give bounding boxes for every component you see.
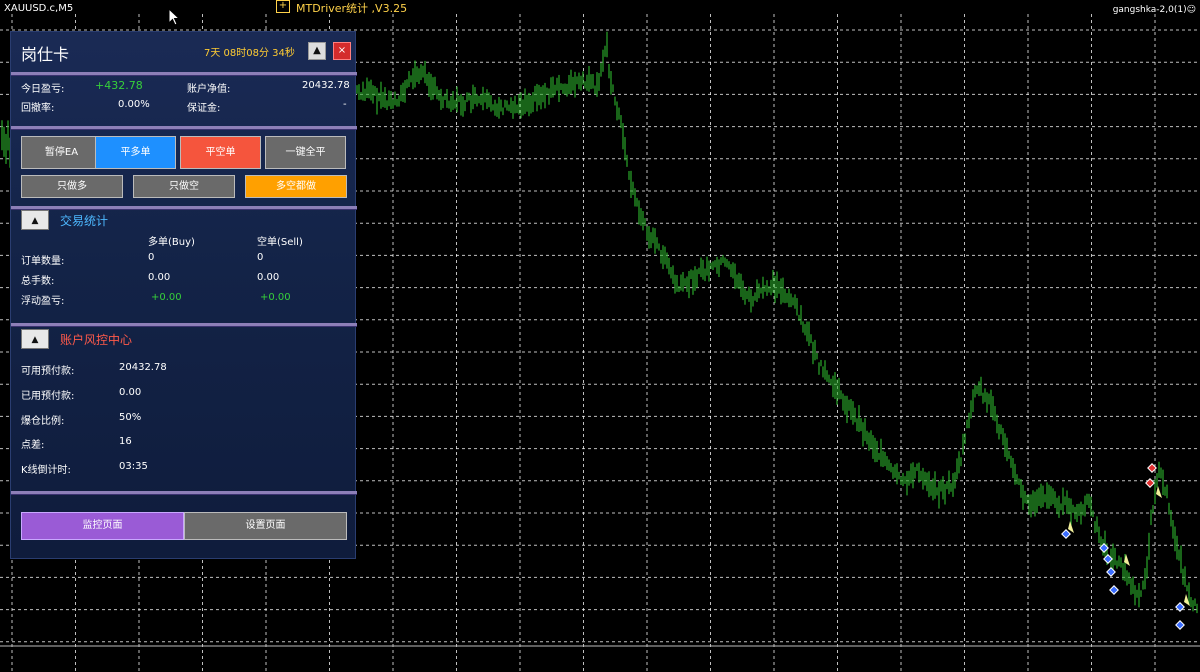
- today-pl-label: 今日盈亏:: [21, 84, 65, 95]
- buy-column-header: 多单(Buy): [148, 237, 195, 248]
- divider: [11, 126, 357, 130]
- signal-flag-marker: [1156, 486, 1162, 498]
- risk-row-value: 03:35: [119, 461, 148, 472]
- divider: [11, 72, 357, 76]
- buy-signal-marker: [1109, 585, 1119, 595]
- close-sell-button[interactable]: 平空单: [180, 136, 261, 169]
- tab-settings[interactable]: 设置页面: [184, 512, 347, 540]
- trade-row-buy: +0.00: [151, 292, 182, 303]
- ea-control-panel: 岗仕卡 7天 08时08分 34秒 ▲ × 今日盈亏: +432.78 账户净值…: [10, 31, 357, 559]
- tab-monitor[interactable]: 监控页面: [21, 512, 184, 540]
- buy-only-button[interactable]: 只做多: [21, 175, 123, 198]
- minimize-button[interactable]: ▲: [308, 42, 326, 60]
- buy-signal-marker: [1175, 620, 1185, 630]
- indicator-label: MTDriver统计 ,V3.25: [296, 2, 408, 15]
- trade-row-label: 浮动盈亏:: [21, 296, 65, 307]
- equity-value: 20432.78: [302, 80, 350, 91]
- risk-row-label: 爆仓比例:: [21, 416, 65, 427]
- close-button[interactable]: ×: [333, 42, 351, 60]
- risk-row-label: 已用预付款:: [21, 391, 75, 402]
- risk-row-label: 可用预付款:: [21, 366, 75, 377]
- divider: [11, 491, 357, 495]
- countdown-timer: 7天 08时08分 34秒: [204, 48, 295, 59]
- trade-row-sell: 0: [257, 252, 264, 263]
- equity-label: 账户净值:: [187, 84, 231, 95]
- drawdown-label: 回撤率:: [21, 103, 55, 114]
- both-directions-button[interactable]: 多空都做: [245, 175, 347, 198]
- indicator-plus-icon[interactable]: +: [276, 0, 290, 13]
- trade-stats-header: ▲ 交易统计: [21, 210, 357, 230]
- trade-row-sell: +0.00: [260, 292, 291, 303]
- sell-only-button[interactable]: 只做空: [133, 175, 235, 198]
- risk-row-value: 20432.78: [119, 362, 167, 373]
- margin-label: 保证金:: [187, 103, 221, 114]
- close-buy-button[interactable]: 平多单: [95, 136, 176, 169]
- panel-title: 岗仕卡: [21, 45, 70, 64]
- margin-value: -: [343, 99, 347, 110]
- trade-row-label: 总手数:: [21, 276, 55, 287]
- trade-row-sell: 0.00: [257, 272, 280, 283]
- risk-row-value: 0.00: [119, 387, 142, 398]
- account-label: gangshka-2,0(1)☺: [1112, 5, 1196, 15]
- sell-column-header: 空单(Sell): [257, 237, 303, 248]
- buy-signal-marker: [1106, 567, 1116, 577]
- trade-stats-toggle-button[interactable]: ▲: [21, 210, 49, 230]
- risk-row-value: 16: [119, 436, 132, 447]
- divider: [11, 323, 357, 327]
- trade-stats-title: 交易统计: [60, 214, 109, 228]
- close-all-button[interactable]: 一键全平: [265, 136, 346, 169]
- risk-row-label: 点差:: [21, 440, 45, 451]
- trade-row-buy: 0.00: [148, 272, 171, 283]
- drawdown-value: 0.00%: [118, 99, 150, 110]
- symbol-label: XAUUSD.c,M5: [4, 3, 74, 14]
- risk-title: 账户风控中心: [60, 333, 133, 347]
- risk-row-label: K线倒计时:: [21, 465, 71, 476]
- today-pl-value: +432.78: [95, 79, 143, 92]
- trade-row-buy: 0: [148, 252, 155, 263]
- divider: [11, 206, 357, 210]
- pause-ea-button[interactable]: 暂停EA: [21, 136, 102, 169]
- trade-row-label: 订单数量:: [21, 256, 65, 267]
- risk-toggle-button[interactable]: ▲: [21, 329, 49, 349]
- sell-signal-marker: [1145, 478, 1155, 488]
- risk-header: ▲ 账户风控中心: [21, 329, 357, 349]
- risk-row-value: 50%: [119, 412, 142, 423]
- mouse-cursor-icon: [168, 8, 180, 26]
- buy-signal-marker: [1061, 529, 1071, 539]
